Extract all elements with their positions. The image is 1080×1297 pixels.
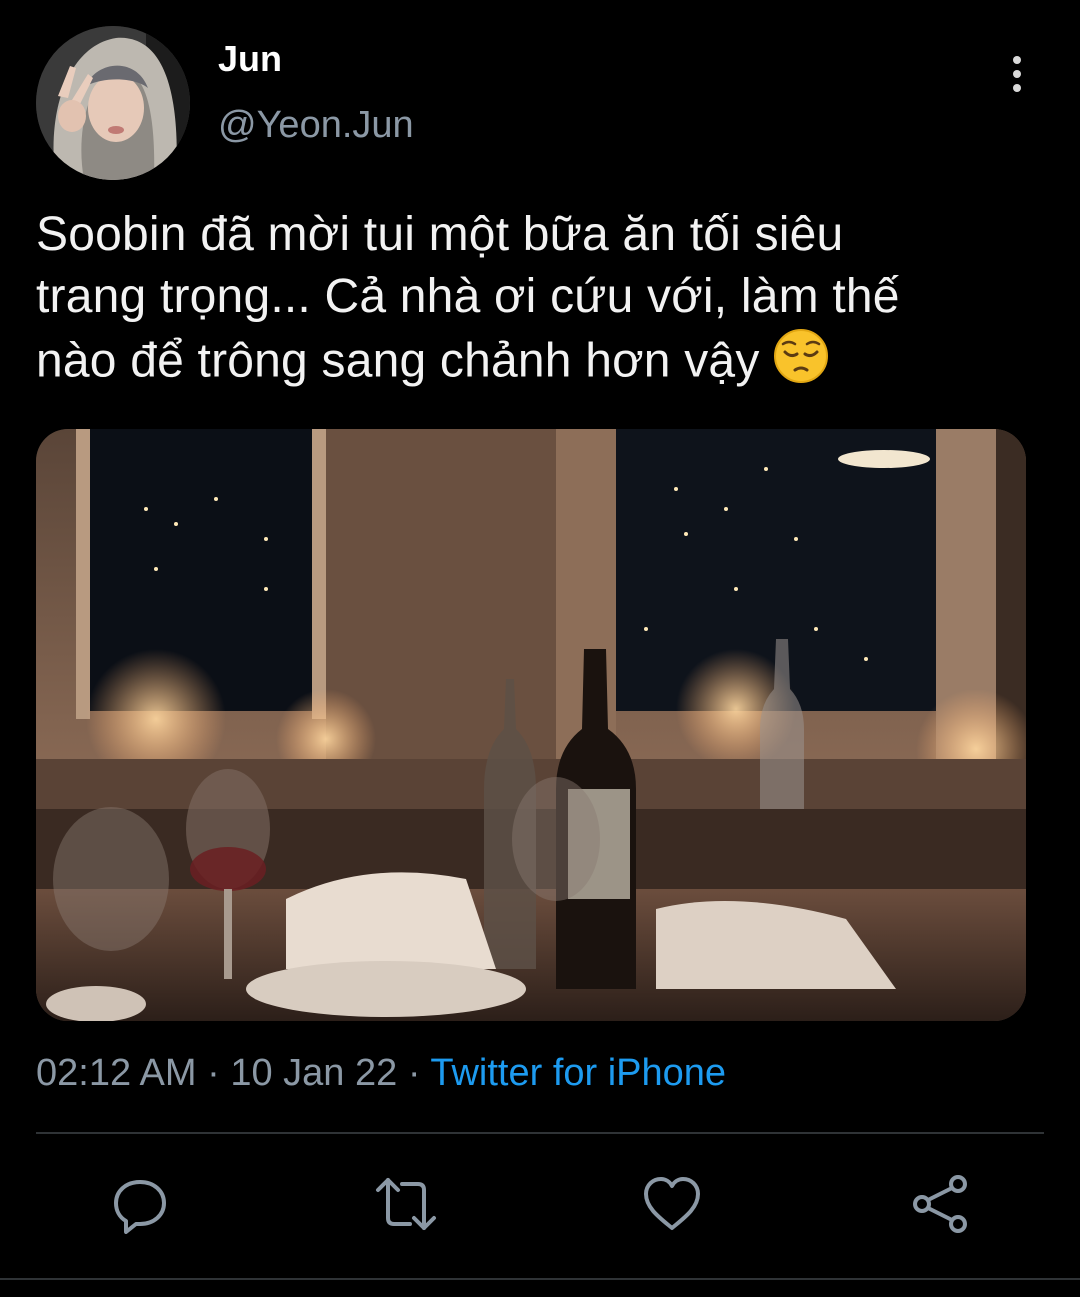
heart-icon [644,1177,700,1230]
like-button[interactable] [642,1174,702,1234]
tweet-text: Soobin đã mời tui một bữa ăn tối siêu tr… [36,204,1046,400]
tweet-text-line-content: nào để trông sang chảnh hơn vậy [36,334,760,388]
more-options-icon[interactable] [1004,56,1030,96]
restaurant-dinner-photo [36,429,1026,1021]
reply-icon [114,1180,166,1234]
pensive-face-icon [773,328,829,400]
tweet-text-line: nào để trông sang chảnh hơn vậy [36,328,1046,400]
tweet-text-line: trang trọng... Cả nhà ơi cứu với, làm th… [36,270,900,323]
divider [36,1132,1044,1134]
divider [0,1278,1080,1280]
tweet-meta: 02:12 AM · 10 Jan 22 · Twitter for iPhon… [36,1052,726,1095]
tweet-date: 10 Jan 22 [230,1052,398,1094]
display-name[interactable]: Jun [218,38,282,80]
retweet-icon [376,1178,436,1230]
avatar[interactable] [36,26,190,180]
tweet-text-line: Soobin đã mời tui một bữa ăn tối siêu [36,208,844,261]
share-button[interactable] [910,1174,970,1234]
meta-separator: · [397,1052,431,1094]
user-handle[interactable]: @Yeon.Jun [218,104,414,147]
tweet-source-link[interactable]: Twitter for iPhone [430,1052,726,1094]
meta-separator: · [196,1052,231,1094]
avatar-image [36,26,190,180]
tweet-time: 02:12 AM [36,1052,197,1094]
reply-button[interactable] [110,1174,170,1234]
share-icon [913,1175,967,1233]
retweet-button[interactable] [374,1174,436,1234]
tweet-media[interactable] [36,429,1026,1021]
